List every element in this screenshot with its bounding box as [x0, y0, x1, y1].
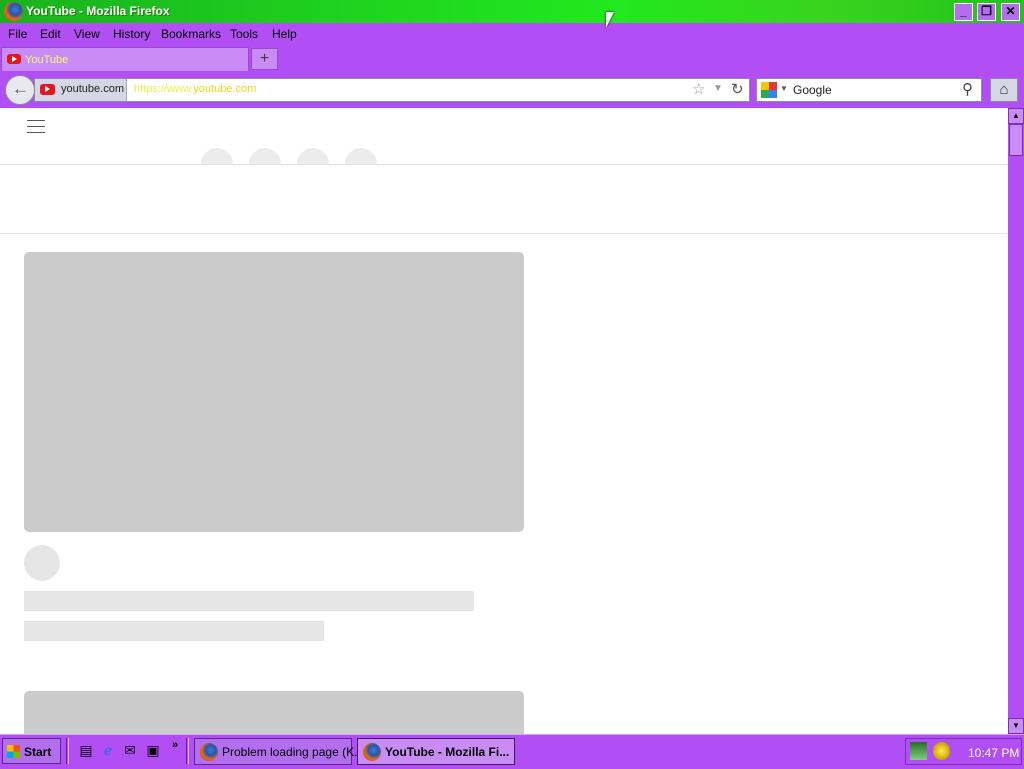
search-icon[interactable]: ⚲: [962, 80, 973, 98]
url-prefix: https://www.: [134, 83, 194, 95]
taskbar-item-label: Problem loading page (K...: [222, 745, 365, 759]
clock: 10:47 PM: [968, 746, 1020, 760]
site-identity-label: youtube.com: [61, 83, 124, 95]
google-icon[interactable]: [761, 82, 777, 98]
window-title: YouTube - Mozilla Firefox: [26, 4, 170, 18]
close-button[interactable]: ✕: [1001, 3, 1020, 21]
url-text[interactable]: https://www.youtube.com: [134, 83, 256, 95]
youtube-icon: [40, 84, 55, 95]
back-arrow-icon[interactable]: [5, 75, 35, 105]
vertical-scrollbar[interactable]: [1008, 108, 1024, 734]
search-engine-label: Google: [793, 83, 832, 97]
site-identity-button[interactable]: youtube.com: [35, 79, 127, 101]
divider: [0, 233, 1008, 234]
menu-bar: [0, 23, 1024, 46]
taskbar-item-problem-loading[interactable]: Problem loading page (K...: [194, 738, 364, 765]
firefox-icon: [4, 2, 23, 21]
menu-file[interactable]: File: [8, 27, 27, 41]
video-thumbnail-placeholder: [24, 252, 524, 532]
tab-label: YouTube: [25, 54, 69, 66]
media-player-icon[interactable]: ▣: [145, 742, 161, 758]
header-band: [0, 164, 1008, 234]
firefox-icon: [200, 743, 218, 761]
menu-history[interactable]: History: [113, 27, 150, 41]
divider: [0, 164, 1008, 165]
taskbar-separator: [186, 738, 189, 764]
scroll-down-button[interactable]: ▼: [1008, 718, 1024, 734]
tab-youtube[interactable]: YouTube: [1, 47, 249, 71]
url-host: youtube.com: [193, 83, 257, 95]
menu-help[interactable]: Help: [272, 27, 297, 41]
scrollbar-thumb[interactable]: [1009, 124, 1023, 156]
start-button[interactable]: Start: [2, 738, 61, 764]
menu-bookmarks[interactable]: Bookmarks: [161, 27, 221, 41]
search-bar[interactable]: [756, 78, 982, 102]
new-tab-button[interactable]: +: [251, 48, 278, 70]
menu-edit[interactable]: Edit: [40, 27, 61, 41]
title-line-placeholder: [24, 591, 474, 611]
meta-line-placeholder: [24, 621, 324, 641]
firefox-icon: [363, 743, 381, 761]
window-titlebar: YouTube - Mozilla Firefox _ ❐ ✕: [0, 0, 1024, 23]
home-icon[interactable]: ⌂: [990, 78, 1018, 102]
menu-tools[interactable]: Tools: [230, 27, 258, 41]
restore-button[interactable]: ❐: [977, 3, 996, 21]
reload-icon[interactable]: ↻: [731, 80, 744, 98]
outlook-icon[interactable]: ✉: [122, 742, 138, 758]
windows-logo-icon: [7, 745, 20, 758]
menu-view[interactable]: View: [74, 27, 100, 41]
system-tray: 10:47 PM: [905, 738, 1022, 765]
video-thumbnail-placeholder: [24, 691, 524, 734]
minimize-button[interactable]: _: [954, 3, 973, 21]
channel-avatar-placeholder: [24, 545, 60, 581]
start-label: Start: [24, 745, 52, 759]
scroll-up-button[interactable]: ▲: [1008, 108, 1024, 124]
dropdown-icon[interactable]: ▼: [713, 83, 723, 94]
show-desktop-icon[interactable]: ▤: [78, 742, 94, 758]
security-icon[interactable]: [933, 742, 950, 760]
search-engine-dropdown-icon[interactable]: ▼: [780, 84, 788, 93]
network-icon[interactable]: [910, 742, 927, 760]
youtube-icon: [7, 54, 21, 64]
page-content: [0, 108, 1008, 734]
bookmark-star-icon[interactable]: ☆: [692, 80, 705, 98]
taskbar-item-youtube[interactable]: YouTube - Mozilla Fi...: [357, 738, 515, 765]
hamburger-menu-icon[interactable]: [27, 120, 45, 133]
taskbar-separator: [66, 738, 69, 764]
taskbar-item-label: YouTube - Mozilla Fi...: [385, 745, 510, 759]
mouse-cursor: [606, 12, 614, 28]
internet-explorer-icon[interactable]: ℯ: [100, 742, 116, 758]
quick-launch-more-icon[interactable]: »: [172, 739, 178, 751]
